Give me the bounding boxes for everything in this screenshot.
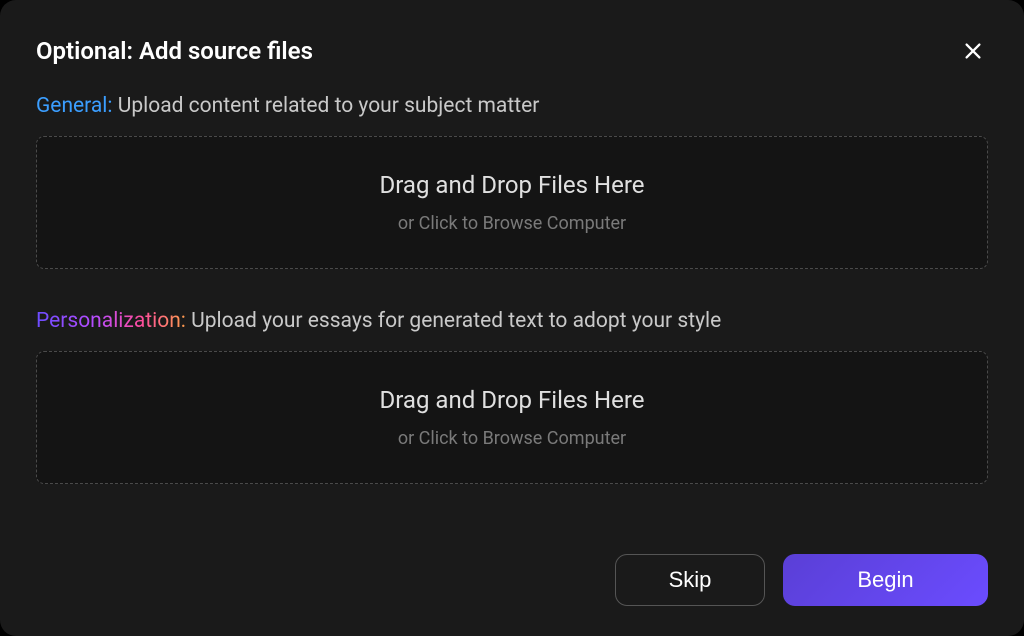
close-button[interactable] [958, 36, 988, 66]
personalization-section-header: Personalization: Upload your essays for … [36, 309, 988, 333]
modal-header: Optional: Add source files [36, 36, 988, 66]
close-icon [962, 40, 984, 62]
personalization-dropzone-subtitle: or Click to Browse Computer [57, 428, 967, 449]
skip-button[interactable]: Skip [615, 554, 765, 606]
general-section-header: General: Upload content related to your … [36, 94, 988, 118]
general-dropzone[interactable]: Drag and Drop Files Here or Click to Bro… [36, 136, 988, 269]
general-dropzone-subtitle: or Click to Browse Computer [57, 213, 967, 234]
begin-button[interactable]: Begin [783, 554, 988, 606]
general-description: Upload content related to your subject m… [113, 94, 540, 118]
modal-title: Optional: Add source files [36, 37, 313, 65]
personalization-section: Personalization: Upload your essays for … [36, 309, 988, 484]
add-source-files-modal: Optional: Add source files General: Uplo… [0, 0, 1024, 636]
general-section: General: Upload content related to your … [36, 94, 988, 269]
general-dropzone-title: Drag and Drop Files Here [57, 171, 967, 199]
modal-footer: Skip Begin [36, 554, 988, 606]
personalization-dropzone-title: Drag and Drop Files Here [57, 386, 967, 414]
personalization-label: Personalization: [36, 309, 186, 333]
personalization-description: Upload your essays for generated text to… [186, 309, 721, 333]
personalization-dropzone[interactable]: Drag and Drop Files Here or Click to Bro… [36, 351, 988, 484]
general-label: General: [36, 94, 113, 118]
